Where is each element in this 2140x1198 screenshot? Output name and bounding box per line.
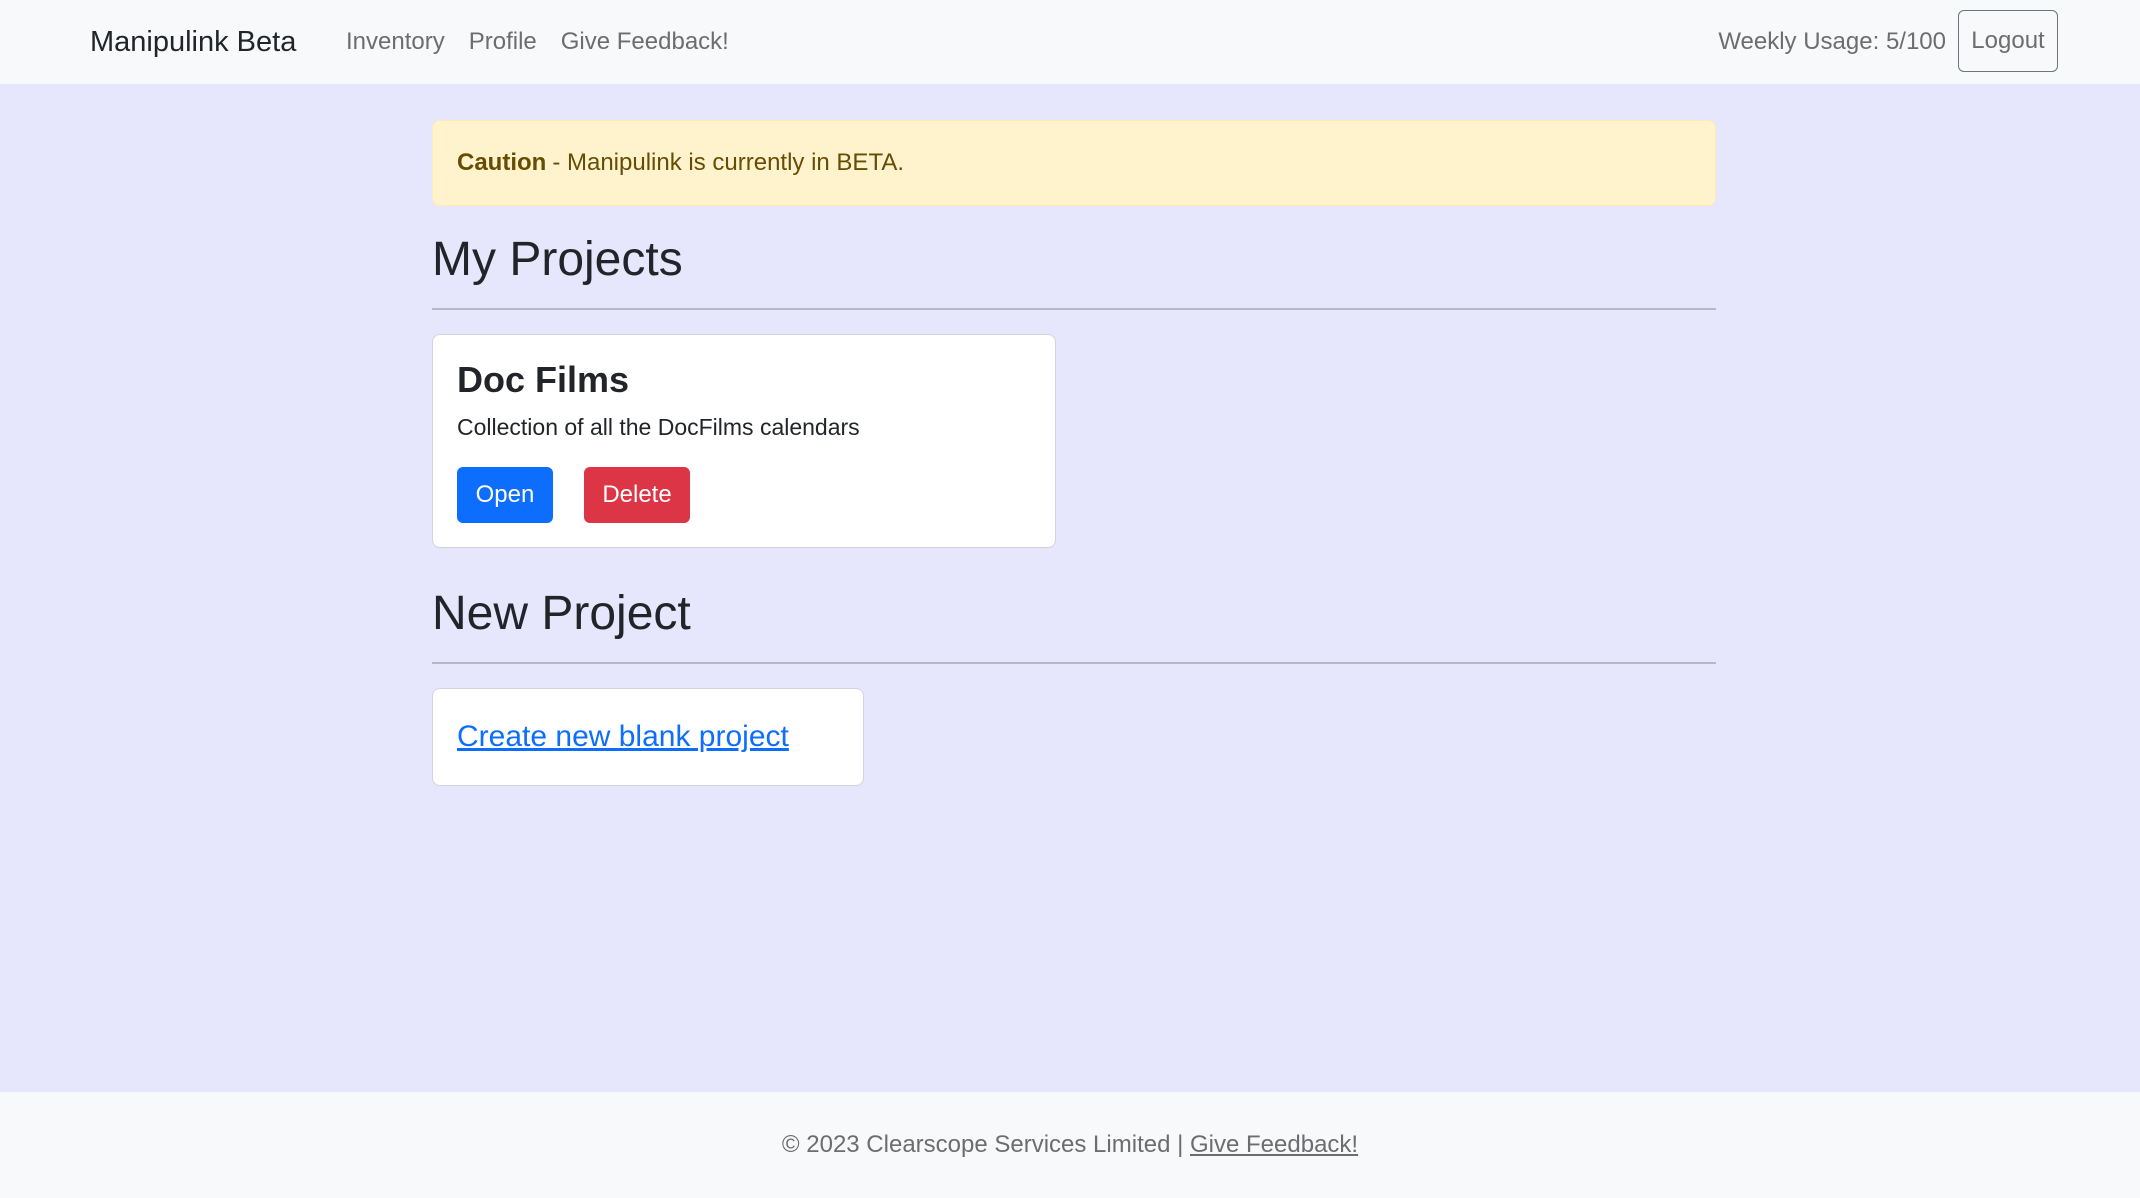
- new-project-card: Create new blank project: [432, 688, 864, 786]
- nav-link-give-feedback[interactable]: Give Feedback!: [561, 22, 729, 62]
- nav-link-inventory[interactable]: Inventory: [346, 22, 445, 62]
- alert-text: - Manipulink is currently in BETA.: [552, 149, 904, 176]
- project-card: Doc Films Collection of all the DocFilms…: [432, 334, 1056, 548]
- nav-links: Inventory Profile Give Feedback!: [346, 22, 753, 62]
- section-divider: [432, 308, 1716, 310]
- my-projects-heading: My Projects: [432, 233, 683, 286]
- open-project-button[interactable]: Open: [457, 467, 553, 523]
- create-blank-project-link[interactable]: Create new blank project: [457, 720, 789, 754]
- beta-alert: Caution - Manipulink is currently in BET…: [432, 120, 1716, 206]
- logout-button[interactable]: Logout: [1958, 10, 2058, 72]
- nav-link-profile[interactable]: Profile: [469, 22, 537, 62]
- delete-project-button[interactable]: Delete: [584, 467, 690, 523]
- new-project-heading: New Project: [432, 587, 691, 640]
- project-description: Collection of all the DocFilms calendars: [457, 414, 860, 440]
- weekly-usage-text: Weekly Usage: 5/100: [1718, 28, 1946, 55]
- alert-strong: Caution: [457, 149, 547, 176]
- top-navbar: Manipulink Beta Inventory Profile Give F…: [0, 0, 2140, 84]
- footer: © 2023 Clearscope Services Limited | Giv…: [0, 1092, 2140, 1198]
- section-divider: [432, 662, 1716, 664]
- footer-copyright: © 2023 Clearscope Services Limited |: [781, 1131, 1184, 1158]
- project-title: Doc Films: [457, 359, 630, 400]
- footer-feedback-link[interactable]: Give Feedback!: [1190, 1131, 1358, 1159]
- main-content: Caution - Manipulink is currently in BET…: [432, 84, 1716, 786]
- brand-link[interactable]: Manipulink Beta: [90, 22, 296, 62]
- project-actions: Open Delete: [457, 467, 1031, 523]
